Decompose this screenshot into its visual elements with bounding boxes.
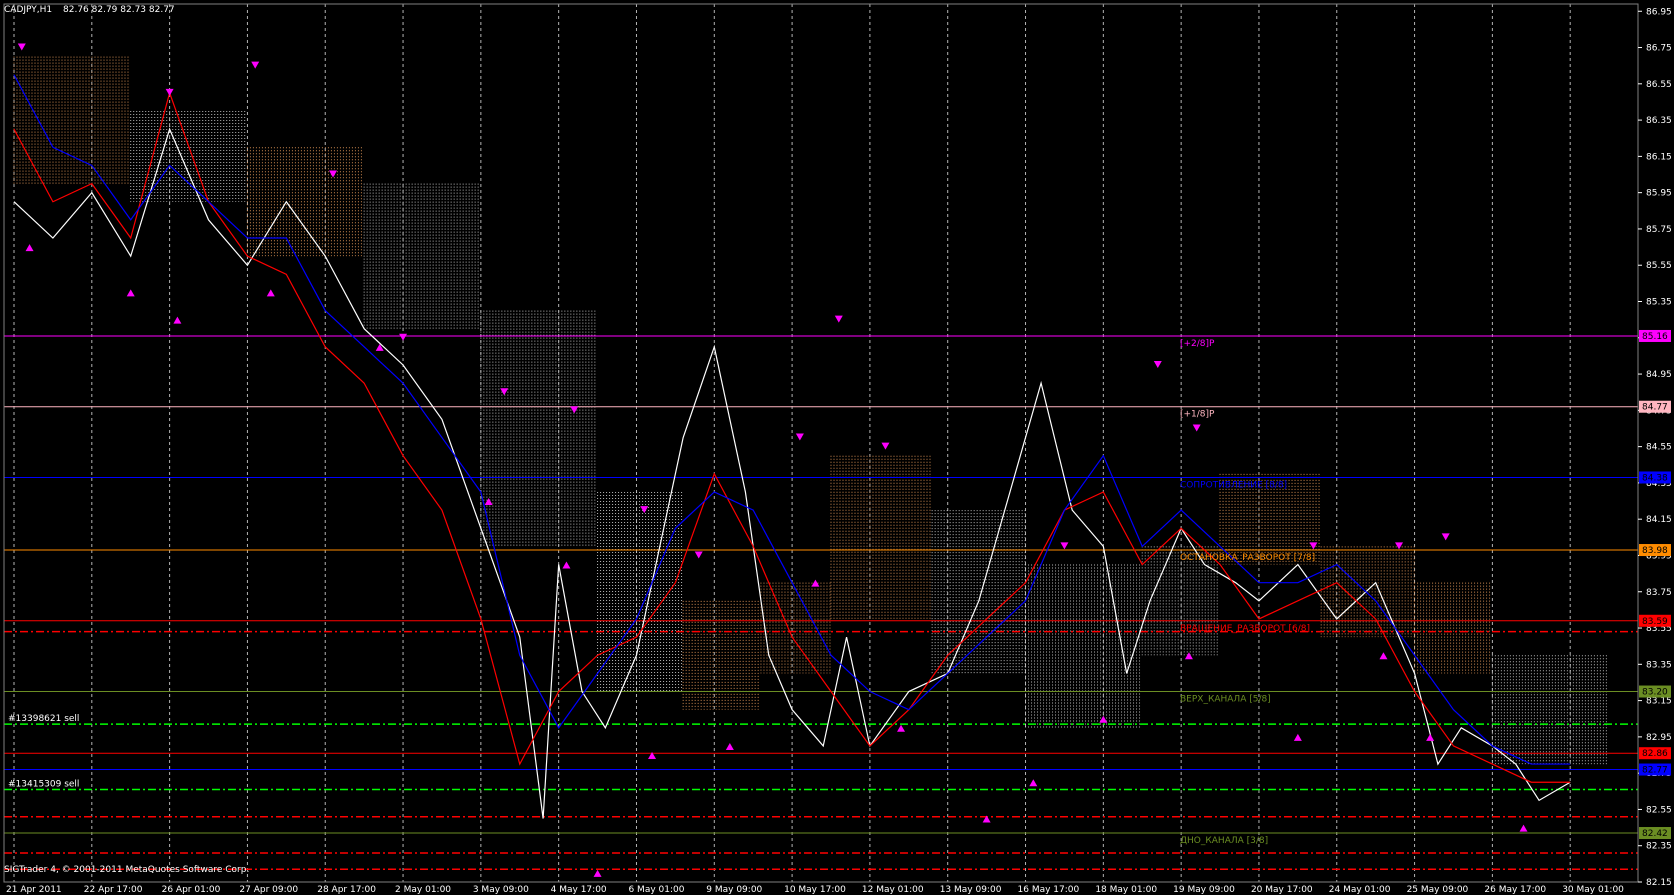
x-tick-label: 25 May 09:00	[1407, 885, 1469, 895]
price-tag: 83.59	[1639, 614, 1671, 627]
price-tag-text: 82.77	[1642, 766, 1668, 776]
y-tick-label: 86.55	[1646, 80, 1672, 90]
x-tick-label: 6 May 01:00	[628, 885, 684, 895]
level-label: СОПРОТИВЛЕНИЕ [8/8]	[1180, 480, 1287, 490]
y-tick-label: 85.55	[1646, 261, 1672, 271]
y-tick-label: 83.35	[1646, 660, 1672, 670]
y-tick-label: 83.75	[1646, 588, 1672, 598]
x-tick-label: 4 May 17:00	[551, 885, 607, 895]
x-tick-label: 21 Apr 2011	[6, 885, 62, 895]
y-tick-label: 86.35	[1646, 116, 1672, 126]
y-tick-label: 82.95	[1646, 733, 1672, 743]
y-tick-label: 84.15	[1646, 515, 1672, 525]
y-tick-label: 86.75	[1646, 44, 1672, 54]
y-tick-label: 82.15	[1646, 878, 1672, 888]
y-tick-label: 84.55	[1646, 443, 1672, 453]
x-tick-label: 19 May 09:00	[1173, 885, 1235, 895]
price-tag: 84.38	[1639, 471, 1671, 484]
price-tag-text: 82.42	[1642, 829, 1668, 839]
x-tick-label: 26 May 17:00	[1484, 885, 1546, 895]
y-tick-label: 86.95	[1646, 7, 1672, 17]
price-tag-text: 82.86	[1642, 749, 1668, 759]
price-tag: 82.86	[1639, 747, 1671, 760]
price-tag-text: 84.77	[1642, 403, 1668, 413]
price-tag: 82.77	[1639, 763, 1671, 776]
price-tag: 83.98	[1639, 544, 1671, 557]
price-tag: 82.42	[1639, 827, 1671, 840]
chart-symbol-title: CADJPY,H1	[4, 5, 52, 15]
price-tag: 85.16	[1639, 329, 1671, 342]
x-tick-label: 9 May 09:00	[706, 885, 762, 895]
copyright-text: SIGTrader 4, © 2001-2011 MetaQuotes Soft…	[4, 865, 249, 875]
x-tick-label: 27 Apr 09:00	[239, 885, 298, 895]
x-tick-label: 26 Apr 01:00	[162, 885, 221, 895]
order-label: #13398621 sell	[8, 714, 79, 724]
x-tick-label: 12 May 01:00	[862, 885, 924, 895]
x-tick-label: 10 May 17:00	[784, 885, 846, 895]
price-chart[interactable]: 21 Apr 2011 22 Apr 17:00 26 Apr 01:00 27 Ap…	[0, 0, 1674, 895]
x-tick-label: 18 May 01:00	[1095, 885, 1157, 895]
x-tick-label: 13 May 09:00	[940, 885, 1002, 895]
chart-window[interactable]: 21 Apr 2011 22 Apr 17:00 26 Apr 01:00 27 Ap…	[0, 0, 1674, 895]
y-tick-label: 86.15	[1646, 152, 1672, 162]
x-tick-label: 24 May 01:00	[1329, 885, 1391, 895]
y-tick-label: 82.55	[1646, 805, 1672, 815]
price-tag-text: 83.59	[1642, 617, 1668, 627]
price-tag-text: 83.20	[1642, 688, 1668, 698]
ohlc-readout: 82.76 82.79 82.73 82.77	[63, 5, 175, 15]
y-tick-label: 85.35	[1646, 298, 1672, 308]
level-label: ДНО_КАНАЛА [3/8]	[1180, 836, 1268, 846]
x-tick-label: 3 May 09:00	[473, 885, 529, 895]
price-tag-text: 85.16	[1642, 332, 1668, 342]
level-label: [+1/8]P	[1180, 410, 1215, 420]
level-label: ВРАЩЕНИЕ_РАЗВОРОТ [6/8]	[1180, 624, 1310, 634]
price-tag: 84.77	[1639, 400, 1671, 413]
x-tick-label: 28 Apr 17:00	[317, 885, 376, 895]
y-tick-label: 84.95	[1646, 370, 1672, 380]
y-tick-label: 85.95	[1646, 189, 1672, 199]
order-label: #13415309 sell	[8, 779, 79, 789]
x-tick-label: 30 May 01:00	[1562, 885, 1624, 895]
y-tick-label: 85.75	[1646, 225, 1672, 235]
level-label: ВЕРХ_КАНАЛА [5/8]	[1180, 695, 1271, 705]
x-tick-label: 16 May 17:00	[1018, 885, 1080, 895]
price-tag-text: 84.38	[1642, 473, 1668, 483]
y-tick-label: 83.15	[1646, 697, 1672, 707]
x-tick-label: 2 May 01:00	[395, 885, 451, 895]
y-tick-label: 82.35	[1646, 842, 1672, 852]
price-tag-text: 83.98	[1642, 546, 1668, 556]
level-label: ОСТАНОВКА_РАЗВОРОТ [7/8]	[1180, 553, 1315, 563]
x-tick-label: 20 May 17:00	[1251, 885, 1313, 895]
x-tick-label: 22 Apr 17:00	[84, 885, 143, 895]
level-label: [+2/8]P	[1180, 339, 1215, 349]
price-tag: 83.20	[1639, 685, 1671, 698]
